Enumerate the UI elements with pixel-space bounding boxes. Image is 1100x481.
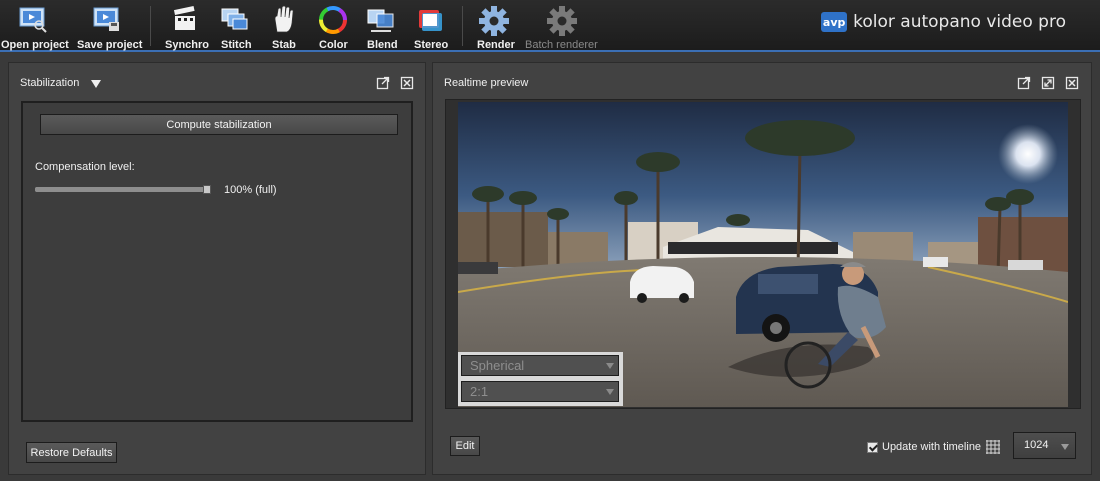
- chevron-down-icon: [606, 363, 614, 369]
- resolution-select[interactable]: 1024: [1013, 432, 1076, 459]
- color-label: Color: [319, 39, 348, 51]
- maximize-icon[interactable]: [1041, 76, 1055, 90]
- detach-icon[interactable]: [376, 76, 390, 90]
- gear-icon: [547, 6, 577, 36]
- compensation-value: 100% (full): [224, 184, 277, 196]
- color-wheel-icon: [319, 6, 347, 34]
- update-with-timeline-label: Update with timeline: [882, 441, 982, 453]
- blend-label: Blend: [367, 39, 398, 51]
- batch-renderer-label: Batch renderer: [525, 39, 598, 51]
- blend-icon: [367, 9, 394, 32]
- stitch-label: Stitch: [221, 39, 252, 51]
- panel-header: Stabilization: [9, 63, 425, 99]
- brand: avp kolor autopano video pro: [821, 12, 1066, 32]
- brand-name: kolor autopano video pro: [853, 12, 1066, 32]
- slider-thumb[interactable]: [203, 185, 211, 194]
- stereo-button[interactable]: Stereo: [412, 0, 448, 52]
- toolbar-divider: [150, 6, 151, 46]
- projection-controls: Spherical 2:1: [458, 352, 623, 406]
- stereo-label: Stereo: [414, 39, 449, 51]
- stitch-icon: [221, 8, 248, 30]
- stitch-button[interactable]: Stitch: [218, 0, 252, 52]
- panel-title: Realtime preview: [444, 77, 529, 89]
- render-label: Render: [477, 39, 515, 51]
- panel-title: Stabilization: [20, 77, 80, 89]
- dropdown-triangle-icon[interactable]: [91, 80, 101, 88]
- stabilization-settings: Compute stabilization Compensation level…: [21, 101, 413, 422]
- edit-button[interactable]: Edit: [450, 436, 480, 456]
- brand-logo: avp: [821, 12, 848, 32]
- panel-header: Realtime preview: [433, 63, 1091, 99]
- stab-button[interactable]: Stab: [266, 0, 300, 52]
- open-project-button[interactable]: Open project: [0, 0, 69, 52]
- save-project-label: Save project: [77, 39, 143, 51]
- chevron-down-icon: [1061, 444, 1069, 450]
- save-project-button[interactable]: Save project: [76, 0, 142, 52]
- stab-label: Stab: [272, 39, 296, 51]
- aspect-ratio-select[interactable]: 2:1: [461, 381, 619, 402]
- compensation-level-label: Compensation level:: [35, 161, 135, 173]
- update-with-timeline-option[interactable]: Update with timeline: [867, 439, 1001, 455]
- blend-button[interactable]: Blend: [364, 0, 398, 52]
- stabilization-panel: Stabilization Compute stabilization Comp…: [8, 62, 426, 475]
- toolbar-divider: [462, 6, 463, 46]
- color-button[interactable]: Color: [316, 0, 350, 52]
- close-icon[interactable]: [1065, 76, 1079, 90]
- restore-defaults-button[interactable]: Restore Defaults: [26, 442, 117, 463]
- save-project-icon: [93, 7, 119, 31]
- projection-value: Spherical: [470, 358, 525, 373]
- gear-icon: [479, 6, 509, 36]
- main-toolbar: Open project Save project Synchro Stitch: [0, 0, 1100, 52]
- compute-stabilization-button[interactable]: Compute stabilization: [40, 114, 398, 135]
- update-with-timeline-checkbox[interactable]: [867, 441, 878, 453]
- hand-icon: [274, 5, 294, 33]
- resolution-value: 1024: [1024, 439, 1049, 451]
- render-button[interactable]: Render: [474, 0, 515, 52]
- aspect-ratio-value: 2:1: [470, 384, 489, 399]
- synchro-label: Synchro: [165, 39, 210, 51]
- stereo-icon: [419, 10, 442, 31]
- detach-icon[interactable]: [1017, 76, 1031, 90]
- compensation-slider[interactable]: [35, 187, 211, 192]
- close-icon[interactable]: [400, 76, 414, 90]
- clapperboard-icon: [173, 5, 195, 30]
- grid-icon[interactable]: [985, 439, 1001, 455]
- slider-fill: [35, 187, 211, 192]
- open-project-icon: [19, 7, 47, 33]
- chevron-down-icon: [606, 389, 614, 395]
- open-project-label: Open project: [1, 39, 69, 51]
- projection-select[interactable]: Spherical: [461, 355, 619, 376]
- preview-viewport[interactable]: Spherical 2:1: [445, 99, 1081, 409]
- synchro-button[interactable]: Synchro: [163, 0, 210, 52]
- realtime-preview-panel: Realtime preview Spherical 2:1 Edit Upda…: [432, 62, 1092, 475]
- batch-renderer-button[interactable]: Batch renderer: [524, 0, 598, 52]
